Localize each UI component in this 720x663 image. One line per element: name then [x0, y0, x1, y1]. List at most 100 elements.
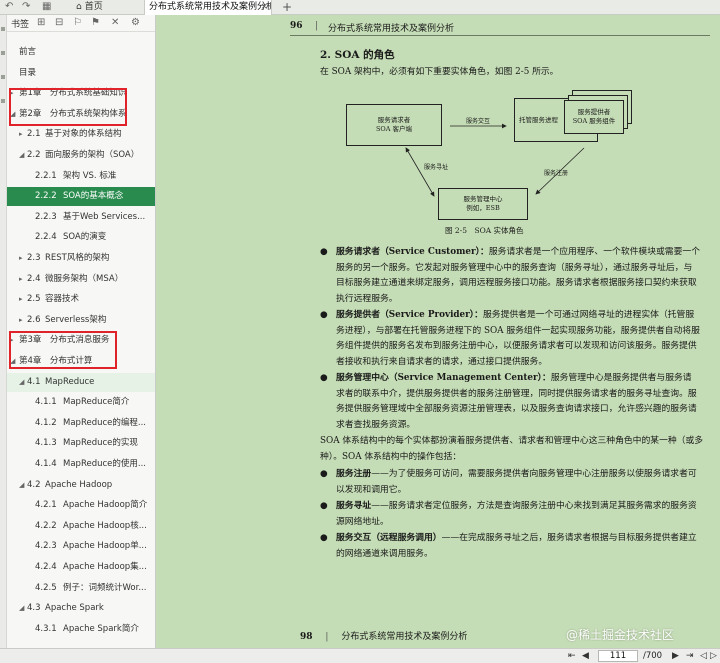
grid-icon[interactable]: ▦: [42, 1, 51, 13]
op-term: 服务注册: [336, 469, 372, 479]
toc-item[interactable]: 4.2.1 Apache Hadoop简介: [7, 496, 155, 515]
highlight-box: [9, 88, 127, 126]
strip-handle-icon[interactable]: [1, 99, 5, 103]
toc-item-number: 4.2.2: [35, 520, 57, 531]
collapse-arrow-icon[interactable]: ◢: [19, 599, 24, 618]
toc-item-number: 4.2: [27, 479, 41, 490]
toc-item[interactable]: ◢ 2.2 面向服务的架构（SOA）: [7, 146, 155, 165]
watermark: @稀土掘金技术社区: [566, 628, 675, 642]
toc-item-label: Apache Hadoop核...: [63, 520, 147, 531]
collapse-arrow-icon[interactable]: ◢: [19, 373, 24, 392]
toc-item-label: 目录: [19, 67, 37, 78]
toc-item[interactable]: 2.2.2 SOA的基本概念: [7, 187, 155, 207]
bullet-item: ● 服务请求者（Service Customer）：服务请求者是一个应用程序、一…: [320, 247, 700, 304]
toc-item-number: 2.3: [27, 253, 41, 263]
component-box: 服务提供者 SOA 服务组件: [564, 100, 624, 134]
tab-bar: ↶ ↷ ▦ ⌂ 首页 分布式系统常用技术及案例分析 × +: [0, 0, 720, 15]
next-page-icon[interactable]: ▶: [672, 650, 679, 662]
toc-item-label: Serverless架构: [45, 314, 107, 325]
toc-item-label: 微服务架构（MSA）: [45, 273, 124, 284]
page-total: /700: [643, 651, 663, 661]
toc-item[interactable]: 2.2.4 SOA的演变: [7, 228, 155, 247]
close-tab-icon[interactable]: ×: [260, 0, 268, 14]
settings-icon[interactable]: ⚙: [131, 17, 140, 29]
document-tab-title: 分布式系统常用技术及案例分析: [149, 2, 272, 12]
toc-item[interactable]: ◢ 4.3 Apache Spark: [7, 599, 155, 618]
next-view-icon[interactable]: ▷: [710, 650, 717, 662]
toc-item[interactable]: 4.1.1 MapReduce简介: [7, 393, 155, 412]
op-text: ——服务请求者定位服务，方法是查询服务注册中心来找到满足其服务需求的服务资源网络…: [336, 501, 697, 527]
toc-item-label: Apache Hadoop集...: [63, 562, 147, 572]
toc-item-number: 4.3: [27, 603, 41, 614]
toc-item-number: 4.1.1: [35, 397, 57, 408]
bullet-term: 服务管理中心（Service Management Center）：: [336, 373, 551, 383]
sidebar-title: 书签: [11, 20, 30, 30]
collapse-arrow-icon[interactable]: ◢: [19, 146, 24, 165]
toc-item[interactable]: 4.2.4 Apache Hadoop集...: [7, 558, 155, 577]
toc-item[interactable]: 目录: [7, 64, 155, 83]
collapse-arrow-icon[interactable]: ◢: [19, 476, 24, 495]
page-number: 96: [290, 21, 303, 31]
strip-handle-icon[interactable]: [1, 51, 5, 55]
collapse-icon[interactable]: ⊟: [55, 17, 63, 29]
toc-item[interactable]: 4.2.5 例子：词频统计Wor...: [7, 579, 155, 598]
toc-item-label: MapReduce的编程...: [63, 417, 146, 428]
soa-diagram: 服务请求者 SOA 客户端 托管服务进程 服务提供者 SOA 服务组件 服务管理中心…: [346, 84, 666, 229]
toc-item[interactable]: 4.2.2 Apache Hadoop核...: [7, 517, 155, 536]
toc-item[interactable]: ◢ 4.1 MapReduce: [7, 372, 155, 392]
strip-handle-icon[interactable]: [1, 27, 5, 31]
toc-item[interactable]: ▸ 2.3 REST风格的架构: [7, 249, 155, 268]
page-number-input[interactable]: 111: [598, 650, 638, 662]
toc-item[interactable]: 4.1.4 MapReduce的使用...: [7, 455, 155, 474]
strip-handle-icon[interactable]: [1, 75, 5, 79]
toc-item-label: Apache Hadoop: [45, 479, 113, 490]
op-item: ● 服务注册——为了使服务可访问，需要服务提供者向服务管理中心注册服务以使服务请…: [320, 469, 697, 495]
edge-label-register: 服务注册: [544, 170, 569, 177]
next-page-header: 98 | 分布式系统常用技术及案例分析: [300, 632, 468, 642]
toc-item-label: 前言: [19, 47, 37, 57]
toc-item[interactable]: 4.1.2 MapReduce的编程...: [7, 414, 155, 433]
bookmark-add-icon[interactable]: ⚑: [91, 17, 100, 29]
new-tab-button[interactable]: +: [282, 0, 292, 14]
op-item: ● 服务交互（远程服务调用）——在完成服务寻址之后，服务请求者根据与目标服务提供…: [320, 533, 697, 559]
bullet-item: ● 服务提供者（Service Provider）：服务提供者是一个可通过网络寻…: [320, 310, 700, 367]
toc-item-label: SOA的演变: [63, 232, 107, 243]
toc-item-number: 4.2.1: [35, 500, 57, 511]
toc-item[interactable]: ▸ 2.6 Serverless架构: [7, 311, 155, 330]
status-bar: ⇤ ◀ 111 /700 ▶ ⇥ ◁ ▷: [0, 648, 720, 663]
toc-item[interactable]: 前言: [7, 43, 155, 62]
toc-item[interactable]: ▸ 2.1 基于对象的体系结构: [7, 125, 155, 144]
toc-item[interactable]: 4.2.3 Apache Hadoop单...: [7, 537, 155, 556]
toc-item-number: 4.2.4: [35, 562, 57, 572]
toc-item-number: 2.4: [27, 273, 41, 284]
prev-view-icon[interactable]: ◁: [700, 650, 707, 662]
edge-label-interact: 服务交互: [466, 118, 491, 125]
toc-item[interactable]: ▸ 2.5 容器技术: [7, 290, 155, 309]
expand-arrow-icon[interactable]: ▸: [19, 311, 23, 330]
home-tab[interactable]: ⌂ 首页: [76, 1, 103, 13]
toc-item-label: Apache Spark简介: [63, 623, 139, 634]
expand-arrow-icon[interactable]: ▸: [19, 125, 23, 144]
toc-item[interactable]: 2.2.1 架构 VS. 标准: [7, 167, 155, 186]
document-page: 96 | 分布式系统常用技术及案例分析 2. SOA 的角色 在 SOA 架构中…: [290, 15, 720, 648]
expand-arrow-icon[interactable]: ▸: [19, 270, 23, 289]
toc-item[interactable]: 4.3.1 Apache Spark简介: [7, 620, 155, 639]
back-icon[interactable]: ↶: [5, 1, 13, 13]
document-tab[interactable]: 分布式系统常用技术及案例分析 ×: [144, 0, 272, 15]
toc-item[interactable]: 2.2.3 基于Web Services...: [7, 208, 155, 227]
toc-item-label: MapReduce简介: [63, 397, 130, 408]
first-page-icon[interactable]: ⇤: [568, 650, 576, 662]
last-page-icon[interactable]: ⇥: [686, 650, 694, 662]
toc-item-label: Apache Hadoop简介: [63, 500, 148, 511]
toc-item[interactable]: ◢ 4.2 Apache Hadoop: [7, 476, 155, 495]
expand-icon[interactable]: ⊞: [37, 17, 45, 29]
left-tool-strip: [0, 15, 7, 648]
forward-icon[interactable]: ↷: [22, 1, 30, 13]
expand-arrow-icon[interactable]: ▸: [19, 290, 23, 309]
bookmark-icon[interactable]: ⚐: [73, 17, 82, 29]
toc-item[interactable]: ▸ 2.4 微服务架构（MSA）: [7, 270, 155, 289]
delete-icon[interactable]: ✕: [111, 17, 119, 29]
expand-arrow-icon[interactable]: ▸: [19, 249, 23, 268]
prev-page-icon[interactable]: ◀: [582, 650, 589, 662]
toc-item[interactable]: 4.1.3 MapReduce的实现: [7, 434, 155, 453]
